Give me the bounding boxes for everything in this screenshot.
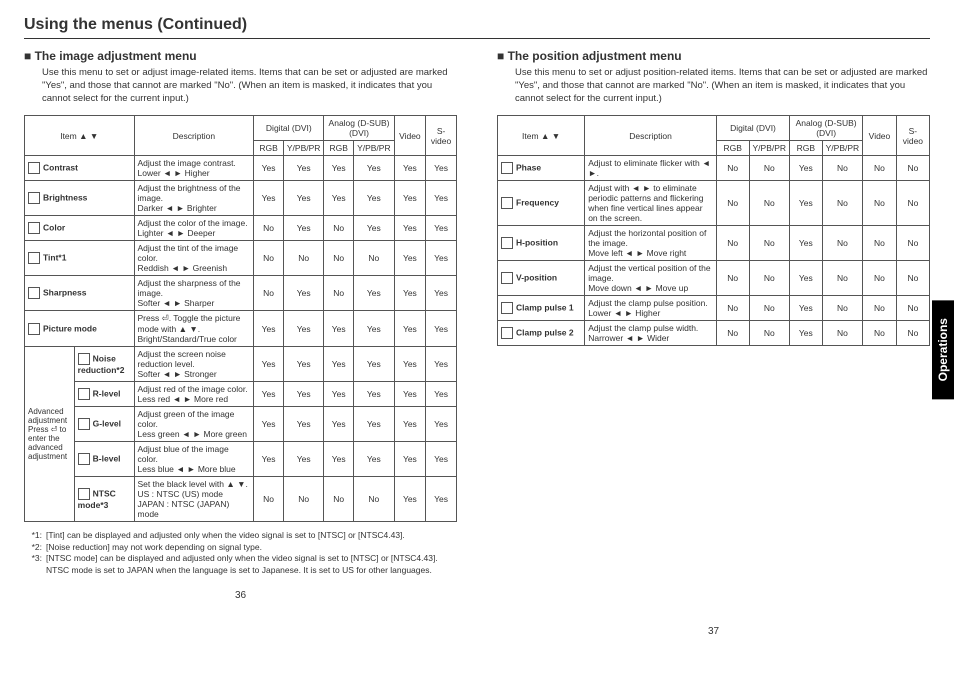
col-svideo: S-video [896, 116, 929, 156]
hpos-icon [501, 237, 513, 249]
brightness-icon [28, 192, 40, 204]
table-row: B-levelAdjust blue of the image color.Le… [25, 442, 457, 477]
table-row: Clamp pulse 1Adjust the clamp pulse posi… [498, 296, 930, 321]
sharpness-icon [28, 287, 40, 299]
col-item: Item ▲ ▼ [498, 116, 585, 156]
clamp1-icon [501, 302, 513, 314]
ntsc-icon [78, 488, 90, 500]
position-menu-intro: Use this menu to set or adjust position-… [515, 67, 930, 105]
footnotes: *1:[Tint] can be displayed and adjusted … [24, 530, 457, 576]
table-row: H-positionAdjust the horizontal position… [498, 226, 930, 261]
phase-icon [501, 162, 513, 174]
contrast-icon [28, 162, 40, 174]
col-dvi: Digital (DVI) [254, 116, 324, 141]
col-video: Video [863, 116, 897, 156]
image-menu-heading: The image adjustment menu [24, 49, 457, 63]
col-svideo: S-video [426, 116, 457, 156]
table-row: Clamp pulse 2Adjust the clamp pulse widt… [498, 321, 930, 346]
table-row: ColorAdjust the color of the image.Light… [25, 216, 457, 241]
left-column: The image adjustment menu Use this menu … [24, 49, 457, 637]
image-menu-table: Item ▲ ▼ Description Digital (DVI) Analo… [24, 115, 457, 522]
frequency-icon [501, 197, 513, 209]
page-title: Using the menus (Continued) [24, 16, 930, 39]
noise-icon [78, 353, 90, 365]
g-level-icon [78, 418, 90, 430]
position-menu-table: Item ▲ ▼ Description Digital (DVI) Analo… [497, 115, 930, 346]
col-dvi: Digital (DVI) [716, 116, 789, 141]
vpos-icon [501, 272, 513, 284]
col-dsub: Analog (D-SUB)(DVI) [790, 116, 863, 141]
page-number-right: 37 [497, 626, 930, 637]
color-icon [28, 222, 40, 234]
image-menu-intro: Use this menu to set or adjust image-rel… [42, 67, 457, 105]
b-level-icon [78, 453, 90, 465]
table-row: FrequencyAdjust with ◄ ► to eliminate pe… [498, 181, 930, 226]
picture-mode-icon [28, 323, 40, 335]
table-row: SharpnessAdjust the sharpness of the ima… [25, 276, 457, 311]
col-item: Item ▲ ▼ [25, 116, 135, 156]
table-header-row: Item ▲ ▼ Description Digital (DVI) Analo… [498, 116, 930, 141]
table-row: BrightnessAdjust the brightness of the i… [25, 181, 457, 216]
right-column: The position adjustment menu Use this me… [497, 49, 930, 637]
col-desc: Description [585, 116, 717, 156]
col-video: Video [394, 116, 426, 156]
table-row: V-positionAdjust the vertical position o… [498, 261, 930, 296]
advanced-adjustment-cell: Advanced adjustmentPress ⏎ to enter the … [25, 347, 75, 522]
table-header-row: Item ▲ ▼ Description Digital (DVI) Analo… [25, 116, 457, 141]
table-row: PhaseAdjust to eliminate flicker with ◄ … [498, 156, 930, 181]
position-menu-heading: The position adjustment menu [497, 49, 930, 63]
table-row: NTSC mode*3Set the black level with ▲ ▼.… [25, 477, 457, 522]
table-row: Picture modePress ⏎. Toggle the picture … [25, 311, 457, 347]
r-level-icon [78, 388, 90, 400]
table-row: R-levelAdjust red of the image color.Les… [25, 382, 457, 407]
section-tab-operations: Operations [932, 300, 954, 399]
col-dsub: Analog (D-SUB)(DVI) [324, 116, 394, 141]
table-row: ContrastAdjust the image contrast.Lower … [25, 156, 457, 181]
tint-icon [28, 252, 40, 264]
page-number-left: 36 [24, 590, 457, 601]
clamp2-icon [501, 327, 513, 339]
table-row: Tint*1Adjust the tint of the image color… [25, 241, 457, 276]
table-row: Advanced adjustmentPress ⏎ to enter the … [25, 347, 457, 382]
col-desc: Description [134, 116, 254, 156]
table-row: G-levelAdjust green of the image color.L… [25, 407, 457, 442]
